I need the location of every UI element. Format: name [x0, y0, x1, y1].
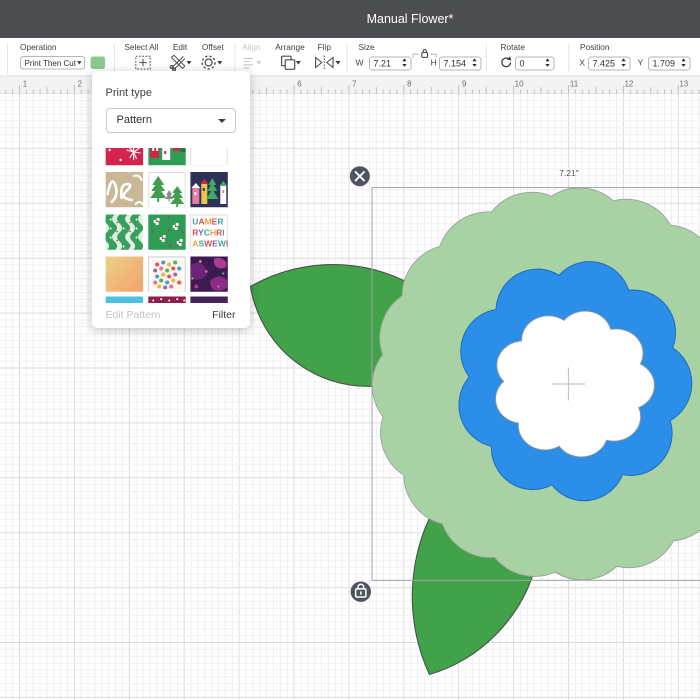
svg-text:Size: Size — [359, 42, 376, 52]
svg-text:9: 9 — [462, 80, 467, 89]
svg-text:UAMER: UAMER — [192, 217, 223, 227]
svg-text:ASWEWI: ASWEWI — [192, 239, 228, 249]
svg-text:12: 12 — [624, 80, 633, 89]
svg-text:Edit: Edit — [173, 42, 188, 52]
svg-text:Operation: Operation — [20, 42, 57, 52]
svg-text:X: X — [579, 58, 585, 68]
svg-text:0: 0 — [520, 58, 525, 68]
svg-text:7.21": 7.21" — [559, 168, 579, 178]
svg-text:H: H — [431, 58, 437, 68]
svg-text:7.21: 7.21 — [374, 58, 392, 68]
svg-text:Align: Align — [242, 42, 261, 52]
svg-text:Offset: Offset — [202, 42, 225, 52]
svg-text:7.154: 7.154 — [444, 58, 467, 68]
svg-text:W: W — [355, 58, 363, 68]
svg-text:6: 6 — [297, 80, 302, 89]
svg-text:Arrange: Arrange — [275, 42, 305, 52]
svg-text:7: 7 — [352, 80, 357, 89]
svg-text:11: 11 — [570, 80, 579, 89]
svg-text:Flip: Flip — [318, 42, 332, 52]
svg-text:RYCHRI: RYCHRI — [192, 228, 224, 238]
svg-text:Position: Position — [580, 42, 610, 52]
svg-text:Rotate: Rotate — [501, 42, 526, 52]
svg-text:10: 10 — [515, 80, 524, 89]
svg-text:1: 1 — [23, 80, 28, 89]
svg-text:13: 13 — [679, 80, 688, 89]
svg-text:1.709: 1.709 — [653, 58, 676, 68]
svg-text:Y: Y — [637, 58, 643, 68]
svg-text:Print Then Cut: Print Then Cut — [25, 59, 77, 68]
svg-text:7.425: 7.425 — [593, 58, 616, 68]
svg-text:Select All: Select All — [124, 42, 158, 52]
svg-text:2: 2 — [78, 80, 83, 89]
svg-text:8: 8 — [407, 80, 412, 89]
